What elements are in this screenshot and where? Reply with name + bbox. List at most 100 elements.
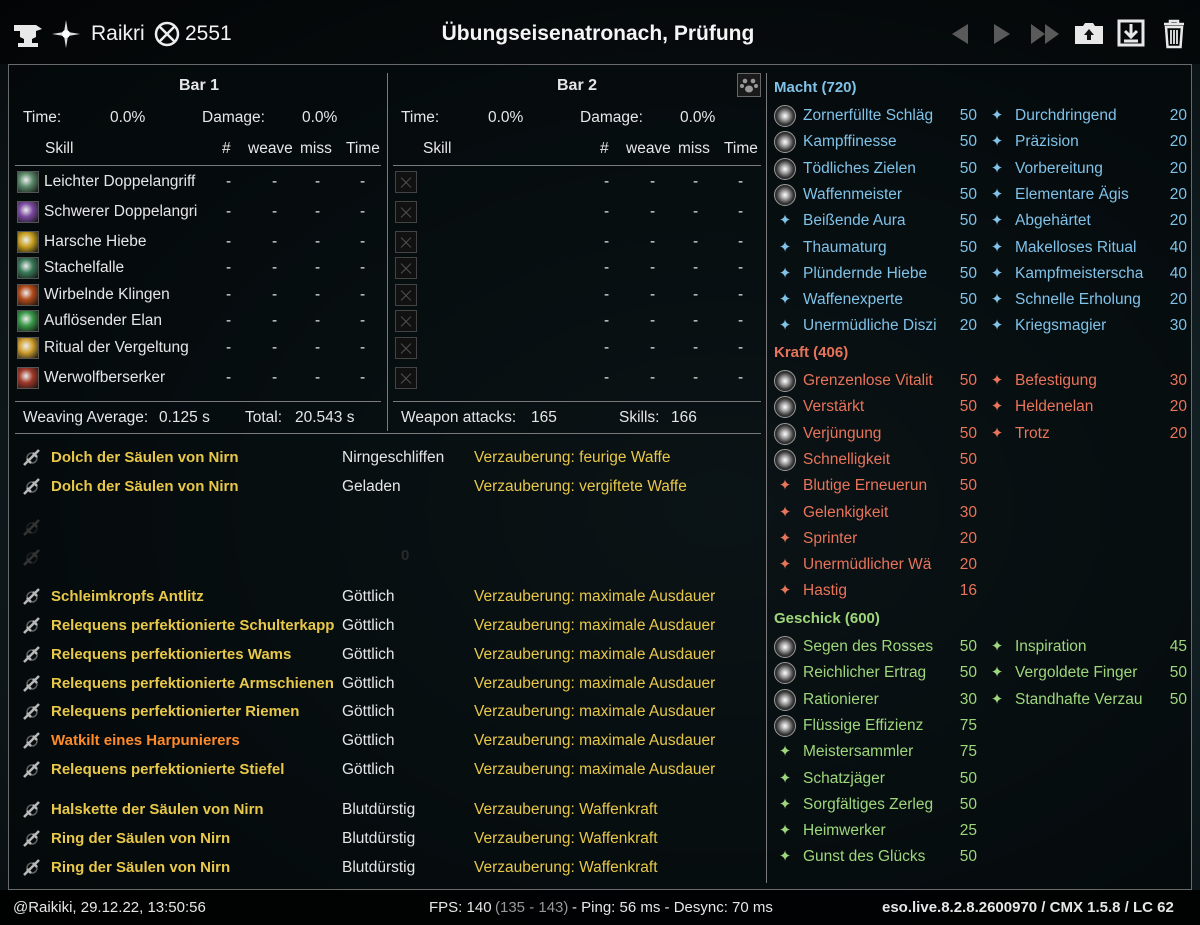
cp-name[interactable]: Verstärkt — [803, 398, 864, 416]
cp-name[interactable]: Flüssige Effizienz — [803, 717, 923, 735]
cp-name[interactable]: Kampfmeisterscha — [1015, 265, 1143, 283]
cp-name[interactable]: Heldenelan — [1015, 398, 1093, 416]
cp-value: 50 — [959, 425, 977, 442]
gear-enchant: Verzauberung: Waffenkraft — [474, 830, 658, 847]
gear-item-name[interactable]: Watkilt eines Harpunierers — [51, 732, 240, 749]
skill-stat: - — [738, 233, 744, 250]
weaving-average-value: 0.125 s — [159, 409, 210, 426]
cp-name[interactable]: Heimwerker — [803, 822, 886, 840]
bar2-paw-icon[interactable] — [737, 73, 761, 97]
skill-name: Schwerer Doppelangri — [44, 203, 198, 220]
shoulder-icon — [21, 615, 43, 637]
upload-icon[interactable] — [1072, 18, 1106, 48]
skill-stat: - — [693, 339, 699, 356]
cp-name[interactable]: Thaumaturg — [803, 239, 887, 257]
gear-item-name[interactable]: Schleimkropfs Antlitz — [51, 588, 204, 605]
cp-name[interactable]: Gunst des Glücks — [803, 848, 925, 866]
cp-name[interactable]: Meistersammler — [803, 743, 913, 761]
next-icon[interactable] — [988, 20, 1016, 48]
cp-name[interactable]: Durchdringend — [1015, 107, 1117, 125]
cp-value: 50 — [959, 212, 977, 229]
necklace-icon — [21, 799, 43, 821]
empty-skill-slot — [395, 231, 417, 253]
skill-stat: - — [604, 339, 610, 356]
cp-name[interactable]: Abgehärtet — [1015, 212, 1091, 230]
cp-name[interactable]: Elementare Ägis — [1015, 186, 1129, 204]
cp-name[interactable]: Waffenexperte — [803, 291, 903, 309]
gear-item-name[interactable]: Relequens perfektionierte Armschienen — [51, 675, 334, 692]
cp-value: 50 — [959, 451, 977, 468]
cp-star-icon: ✦ — [778, 239, 792, 256]
cp-name[interactable]: Zornerfüllte Schläg — [803, 107, 933, 125]
cp-name[interactable]: Inspiration — [1015, 638, 1087, 656]
cp-name[interactable]: Vergoldete Finger — [1015, 664, 1137, 682]
save-icon[interactable] — [1116, 18, 1146, 48]
backbar-weapon-value: 0 — [401, 547, 410, 564]
skill-stat: - — [650, 286, 656, 303]
skill-stat: - — [360, 369, 366, 386]
gear-item-name[interactable]: Dolch der Säulen von Nirn — [51, 449, 239, 466]
cp-name[interactable]: Gelenkigkeit — [803, 504, 888, 522]
gear-item-name[interactable]: Dolch der Säulen von Nirn — [51, 478, 239, 495]
cp-name[interactable]: Trotz — [1015, 425, 1050, 443]
cp-name[interactable]: Sprinter — [803, 530, 857, 548]
bar1-damage-label: Damage: — [202, 109, 265, 126]
title-bar: Raikri 2551 Übungseisenatronach, Prüfung — [8, 10, 1192, 58]
bar1-col-count: # — [222, 140, 231, 157]
gear-enchant: Verzauberung: maximale Ausdauer — [474, 588, 716, 605]
anvil-icon[interactable] — [12, 18, 44, 50]
cp-name[interactable]: Rationierer — [803, 691, 879, 709]
cp-name[interactable]: Kriegsmagier — [1015, 317, 1106, 335]
gear-item-name[interactable]: Ring der Säulen von Nirn — [51, 830, 230, 847]
gear-trait: Blutdürstig — [342, 801, 416, 818]
cp-name[interactable]: Hastig — [803, 582, 847, 600]
gear-item-name[interactable]: Ring der Säulen von Nirn — [51, 859, 230, 876]
cp-name[interactable]: Plündernde Hiebe — [803, 265, 927, 283]
cp-name[interactable]: Präzision — [1015, 133, 1079, 151]
skip-icon[interactable] — [1028, 20, 1064, 48]
gear-item-name[interactable]: Relequens perfektionierte Schulterkapp — [51, 617, 334, 634]
cp-name[interactable]: Beißende Aura — [803, 212, 906, 230]
trash-icon[interactable] — [1160, 18, 1188, 50]
cp-name[interactable]: Unermüdliche Diszi — [803, 317, 937, 335]
cp-name[interactable]: Sorgfältiges Zerleg — [803, 796, 933, 814]
chest-icon — [21, 644, 43, 666]
gear-item-name[interactable]: Relequens perfektioniertes Wams — [51, 646, 291, 663]
gear-item-name[interactable]: Relequens perfektionierte Stiefel — [51, 761, 284, 778]
cp-name[interactable]: Schatzjäger — [803, 770, 885, 788]
cp-name[interactable]: Segen des Rosses — [803, 638, 933, 656]
cp-name[interactable]: Reichlicher Ertrag — [803, 664, 926, 682]
prev-icon[interactable] — [946, 20, 974, 48]
cp-name[interactable]: Waffenmeister — [803, 186, 902, 204]
cp-name[interactable]: Standhafte Verzau — [1015, 691, 1143, 709]
gear-trait: Blutdürstig — [342, 859, 416, 876]
skill-icon — [17, 310, 39, 332]
cp-name[interactable]: Befestigung — [1015, 372, 1097, 390]
cp-name[interactable]: Tödliches Zielen — [803, 160, 916, 178]
cp-name[interactable]: Grenzenlose Vitalit — [803, 372, 933, 390]
skill-stat: - — [604, 203, 610, 220]
cp-star-icon: ✦ — [778, 504, 792, 521]
cp-kraft-header: Kraft (406) — [774, 344, 849, 361]
skill-stat: - — [693, 233, 699, 250]
cp-name[interactable]: Blutige Erneuerun — [803, 477, 927, 495]
skill-stat: - — [315, 312, 321, 329]
cp-name[interactable]: Makelloses Ritual — [1015, 239, 1136, 257]
gear-divider — [15, 433, 761, 434]
cp-name[interactable]: Schnelle Erholung — [1015, 291, 1141, 309]
cp-star-icon: ✦ — [778, 317, 792, 334]
cp-name[interactable]: Kampffinesse — [803, 133, 897, 151]
cp-name[interactable]: Vorbereitung — [1015, 160, 1103, 178]
bar1-title: Bar 1 — [178, 77, 220, 94]
cp-name[interactable]: Unermüdlicher Wä — [803, 556, 931, 574]
skill-name: Auflösender Elan — [44, 312, 163, 329]
page-title: Übungseisenatronach, Prüfung — [441, 22, 755, 45]
cp-name[interactable]: Schnelligkeit — [803, 451, 890, 469]
cp-star-icon: ✦ — [990, 160, 1004, 177]
cp-slotted-star-icon — [774, 370, 796, 392]
cp-slotted-star-icon — [774, 396, 796, 418]
gear-item-name[interactable]: Halskette der Säulen von Nirn — [51, 801, 264, 818]
gear-enchant: Verzauberung: feurige Waffe — [474, 449, 671, 466]
gear-item-name[interactable]: Relequens perfektionierter Riemen — [51, 703, 299, 720]
cp-name[interactable]: Verjüngung — [803, 425, 881, 443]
